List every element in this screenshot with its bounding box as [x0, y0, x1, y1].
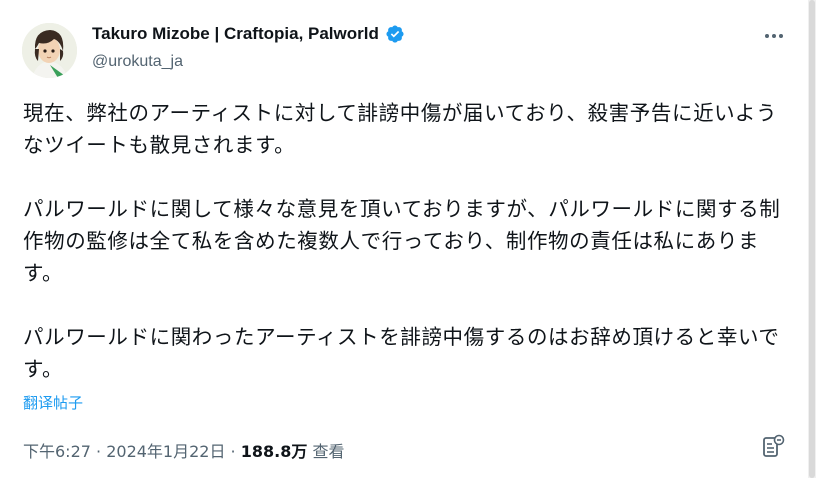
meta-separator: · — [225, 442, 241, 461]
views-label: 查看 — [307, 442, 345, 461]
tweet-card: Takuro Mizobe | Craftopia, Palworld @uro… — [0, 0, 808, 478]
meta-separator: · — [90, 442, 107, 461]
views-count: 188.8万 — [240, 442, 308, 461]
bookmark-button[interactable] — [758, 432, 788, 462]
author-display-name[interactable]: Takuro Mizobe | Craftopia, Palworld — [92, 24, 379, 44]
verified-badge-icon — [385, 24, 405, 44]
avatar-illustration-icon — [22, 23, 77, 78]
avatar[interactable] — [22, 23, 77, 78]
author-handle[interactable]: @urokuta_ja — [92, 53, 183, 71]
translate-post-link[interactable]: 翻译帖子 — [23, 392, 83, 413]
tweet-meta: 下午6:27 · 2024年1月22日 · 188.8万 查看 — [23, 438, 344, 462]
scrollbar-thumb[interactable] — [809, 0, 815, 478]
author-name-row: Takuro Mizobe | Craftopia, Palworld — [92, 24, 405, 44]
tweet-date[interactable]: 2024年1月22日 — [106, 442, 225, 461]
more-options-button[interactable] — [760, 24, 788, 48]
more-horizontal-icon — [765, 34, 783, 38]
scrollbar[interactable] — [808, 0, 816, 478]
bookmark-icon — [763, 434, 785, 457]
tweet-text: 現在、弊社のアーティストに対して誹謗中傷が届いており、殺害予告に近いようなツイー… — [23, 101, 781, 381]
tweet-time[interactable]: 下午6:27 — [23, 442, 91, 461]
